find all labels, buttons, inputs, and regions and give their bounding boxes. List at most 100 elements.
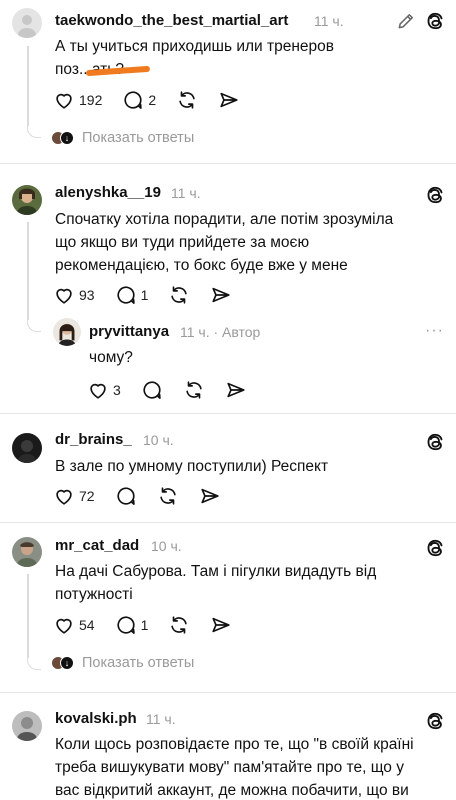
- username[interactable]: kovalski.ph: [55, 710, 137, 727]
- post-text: чому?: [89, 349, 133, 366]
- share-button[interactable]: [210, 284, 232, 306]
- post-text: А ты учиться приходишь или тренеров: [55, 38, 335, 55]
- reply-button[interactable]: 2: [122, 89, 156, 111]
- like-button[interactable]: 3: [87, 379, 121, 401]
- author-badge: · Автор: [213, 324, 261, 340]
- thread-line-curve: [27, 658, 41, 670]
- threads-logo-icon[interactable]: [424, 710, 446, 732]
- reply-button[interactable]: 1: [115, 614, 149, 636]
- avatar[interactable]: [12, 433, 42, 463]
- comment-icon: [122, 89, 144, 111]
- threads-logo-icon[interactable]: [424, 431, 446, 453]
- post-text: На дачі Сабурова. Там і пігулки видадуть…: [55, 563, 377, 580]
- avatar[interactable]: [12, 711, 42, 741]
- avatar[interactable]: [12, 8, 42, 38]
- reply-count: 2: [148, 92, 157, 108]
- avatar[interactable]: [12, 537, 42, 567]
- username[interactable]: mr_cat_dad: [55, 537, 139, 554]
- post-text: вас відкритий аккаунт, де можна побачити…: [55, 782, 409, 799]
- arrow-down-icon: ↓: [60, 656, 74, 670]
- threads-logo-icon[interactable]: [424, 537, 446, 559]
- repost-button[interactable]: [157, 485, 179, 507]
- username[interactable]: taekwondo_the_best_martial_art: [55, 12, 288, 29]
- like-button[interactable]: 54: [53, 614, 95, 636]
- reply-button[interactable]: [115, 485, 137, 507]
- timestamp: 11 ч.: [314, 13, 344, 29]
- like-button[interactable]: 192: [53, 89, 102, 111]
- post-text: рекомендацією, то бокс буде вже у мене: [55, 257, 348, 274]
- post-text: потужності: [55, 586, 133, 603]
- like-count: 54: [79, 617, 95, 633]
- repost-icon: [168, 614, 190, 636]
- divider: [0, 413, 456, 414]
- divider: [0, 692, 456, 693]
- comment-icon: [115, 485, 137, 507]
- repost-icon: [183, 379, 205, 401]
- timestamp: 11 ч. · Автор: [180, 324, 260, 340]
- comment-icon: [115, 284, 137, 306]
- like-button[interactable]: 93: [53, 284, 95, 306]
- repost-button[interactable]: [183, 379, 205, 401]
- reply-button[interactable]: 1: [115, 284, 149, 306]
- like-count: 3: [113, 382, 121, 398]
- share-button[interactable]: [225, 379, 247, 401]
- show-replies-label: Показать ответы: [82, 130, 195, 146]
- share-icon: [210, 284, 232, 306]
- threads-logo-icon[interactable]: [424, 10, 446, 32]
- avatar[interactable]: [12, 185, 42, 215]
- pencil-icon[interactable]: [396, 11, 416, 31]
- username[interactable]: pryvittanya: [89, 323, 169, 340]
- action-bar: 93 1: [53, 283, 252, 307]
- heart-icon: [53, 614, 75, 636]
- threads-logo-icon[interactable]: [424, 184, 446, 206]
- post-text: треба вишукувати мову" пам'ятайте про те…: [55, 759, 404, 776]
- repost-icon: [168, 284, 190, 306]
- like-button[interactable]: 72: [53, 485, 95, 507]
- thread-line: [27, 222, 29, 320]
- comment-icon: [141, 379, 163, 401]
- reply-count: 1: [140, 287, 149, 303]
- divider: [0, 163, 456, 164]
- avatar[interactable]: [53, 318, 81, 346]
- post-text: Спочатку хотіла порадити, але потім зроз…: [55, 211, 394, 228]
- like-count: 72: [79, 488, 95, 504]
- action-bar: 192 2: [53, 88, 260, 112]
- like-count: 93: [79, 287, 95, 303]
- more-dots-icon[interactable]: ···: [425, 322, 444, 340]
- post-text: В зале по умному поступили) Респект: [55, 458, 329, 475]
- repost-button[interactable]: [168, 284, 190, 306]
- thread-line-curve: [27, 126, 41, 138]
- username[interactable]: alenyshka__19: [55, 184, 161, 201]
- action-bar: 3: [87, 378, 267, 402]
- reply-count: 1: [140, 617, 149, 633]
- timestamp: 11 ч.: [146, 711, 176, 727]
- share-icon: [210, 614, 232, 636]
- reply-avatars: ↓: [51, 656, 74, 670]
- show-replies-label: Показать ответы: [82, 655, 195, 671]
- share-button[interactable]: [199, 485, 221, 507]
- heart-icon: [53, 89, 75, 111]
- post-text: Коли щось розповідаєте про те, що "в сво…: [55, 736, 414, 753]
- action-bar: 54 1: [53, 613, 252, 637]
- username[interactable]: dr_brains_: [55, 431, 132, 448]
- repost-icon: [176, 89, 198, 111]
- reply-button[interactable]: [141, 379, 163, 401]
- thread-line: [27, 574, 29, 658]
- divider: [0, 522, 456, 523]
- thread-line-curve: [27, 320, 41, 332]
- show-replies-button[interactable]: ↓ Показать ответы: [51, 130, 194, 146]
- action-bar: 72: [53, 484, 241, 508]
- repost-button[interactable]: [176, 89, 198, 111]
- repost-icon: [157, 485, 179, 507]
- like-count: 192: [79, 92, 103, 108]
- show-replies-button[interactable]: ↓ Показать ответы: [51, 655, 194, 671]
- heart-icon: [53, 485, 75, 507]
- share-icon: [218, 89, 240, 111]
- repost-button[interactable]: [168, 614, 190, 636]
- share-button[interactable]: [210, 614, 232, 636]
- timestamp: 10 ч.: [151, 538, 182, 554]
- share-icon: [199, 485, 221, 507]
- timestamp: 10 ч.: [143, 432, 174, 448]
- share-button[interactable]: [218, 89, 240, 111]
- comment-icon: [115, 614, 137, 636]
